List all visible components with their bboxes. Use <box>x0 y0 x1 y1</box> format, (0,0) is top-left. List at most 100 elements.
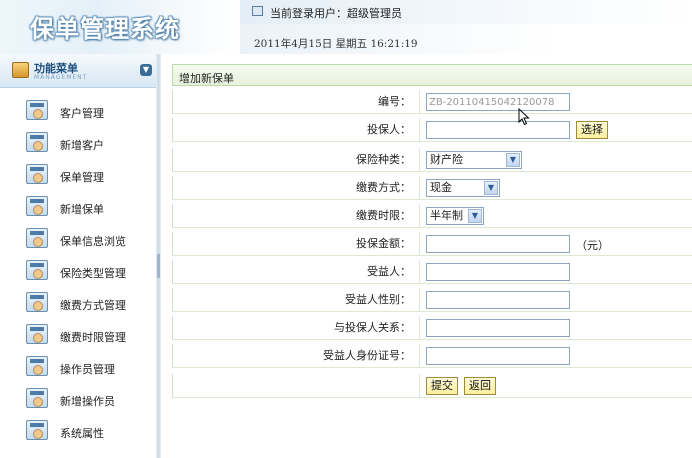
user-bar: 当前登录用户：超级管理员 <box>240 0 692 24</box>
field-label: 缴费时限： <box>172 204 420 228</box>
field-value-cell <box>420 260 692 284</box>
form-row-beneficiary: 受益人： <box>172 260 692 284</box>
field-value-cell <box>420 288 692 312</box>
insured-person-field[interactable] <box>426 121 570 139</box>
sidebar-item-label: 新增操作员 <box>60 395 115 408</box>
sidebar-item-label: 新增保单 <box>60 203 104 216</box>
relation-field[interactable] <box>426 319 570 337</box>
field-label: 编号： <box>172 90 420 114</box>
selected-value: 半年制 <box>430 209 463 222</box>
payment-method-select[interactable]: 现金 ▼ <box>426 179 500 197</box>
sidebar-item-label: 保单管理 <box>60 171 104 184</box>
form-row-payment-method: 缴费方式： 现金 ▼ <box>172 176 692 200</box>
sidebar-item-payment-period[interactable]: 缴费时限管理 <box>0 320 150 352</box>
policy-number-field[interactable] <box>426 93 570 111</box>
field-value-cell <box>420 90 692 114</box>
user-card-icon <box>26 324 48 344</box>
splitter-handle[interactable] <box>157 254 160 278</box>
sidebar-item-policy-browse[interactable]: 保单信息浏览 <box>0 224 150 256</box>
sidebar-item-label: 缴费时限管理 <box>60 331 126 344</box>
chevron-down-icon[interactable]: ▼ <box>468 209 482 223</box>
collapse-menu-icon[interactable]: ▼ <box>140 64 152 76</box>
selected-value: 现金 <box>430 181 452 194</box>
add-policy-panel: 增加新保单 编号： 投保人： 选择 保险种类： 财产险 ▼ 缴费方式： 现金 <box>172 64 692 404</box>
sidebar-item-label: 缴费方式管理 <box>60 299 126 312</box>
sidebar-item-customer-management[interactable]: 客户管理 <box>0 96 150 128</box>
form-row-actions: 提交 返回 <box>172 374 692 398</box>
sidebar-item-add-operator[interactable]: 新增操作员 <box>0 384 150 416</box>
sidebar-item-payment-method[interactable]: 缴费方式管理 <box>0 288 150 320</box>
field-value-cell: 财产险 ▼ <box>420 148 692 172</box>
user-card-icon <box>26 292 48 312</box>
field-value-cell: 选择 <box>420 118 692 142</box>
logo-band: 保单管理系统 <box>0 0 240 54</box>
user-card-icon <box>26 100 48 120</box>
form-row-relation: 与投保人关系： <box>172 316 692 340</box>
sidebar-item-label: 系统属性 <box>60 427 104 440</box>
menu-folder-icon <box>12 62 29 78</box>
form-row-payment-period: 缴费时限： 半年制 ▼ <box>172 204 692 228</box>
insurance-type-select[interactable]: 财产险 ▼ <box>426 151 522 169</box>
panel-title-bar: 增加新保单 <box>172 64 692 86</box>
field-label: 投保金额： <box>172 232 420 256</box>
chevron-down-icon[interactable]: ▼ <box>506 153 520 167</box>
sidebar-item-system-properties[interactable]: 系统属性 <box>0 416 150 448</box>
user-card-icon <box>26 196 48 216</box>
field-value-cell <box>420 344 692 368</box>
user-card-icon <box>26 260 48 280</box>
field-value-cell <box>420 316 692 340</box>
sidebar-item-label: 新增客户 <box>60 139 104 152</box>
field-value-cell: （元） <box>420 232 692 256</box>
sidebar-item-label: 保险类型管理 <box>60 267 126 280</box>
form-row-insured: 投保人： 选择 <box>172 118 692 142</box>
field-label: 受益人身份证号： <box>172 344 420 368</box>
form-row-number: 编号： <box>172 90 692 114</box>
current-user-label: 当前登录用户：超级管理员 <box>270 7 402 20</box>
form-row-type: 保险种类： 财产险 ▼ <box>172 148 692 172</box>
current-datetime: 2011年4月15日 星期五 16:21:19 <box>254 38 418 50</box>
selected-value: 财产险 <box>430 153 463 166</box>
user-card-icon <box>26 420 48 440</box>
mouse-cursor-icon <box>518 108 530 126</box>
sidebar-item-operator-management[interactable]: 操作员管理 <box>0 352 150 384</box>
beneficiary-gender-field[interactable] <box>426 291 570 309</box>
app-title: 保单管理系统 <box>30 15 180 43</box>
user-card-icon <box>26 132 48 152</box>
sidebar-item-add-customer[interactable]: 新增客户 <box>0 128 150 160</box>
user-window-icon <box>252 6 263 16</box>
field-label: 受益人： <box>172 260 420 284</box>
sidebar-item-label: 保单信息浏览 <box>60 235 126 248</box>
beneficiary-field[interactable] <box>426 263 570 281</box>
form-row-beneficiary-id: 受益人身份证号： <box>172 344 692 368</box>
amount-unit: （元） <box>576 239 609 252</box>
field-label: 缴费方式： <box>172 176 420 200</box>
sidebar-item-policy-management[interactable]: 保单管理 <box>0 160 150 192</box>
user-card-icon <box>26 388 48 408</box>
user-card-icon <box>26 164 48 184</box>
sidebar-item-insurance-type[interactable]: 保险类型管理 <box>0 256 150 288</box>
sidebar-item-label: 操作员管理 <box>60 363 115 376</box>
panel-title: 增加新保单 <box>179 72 234 85</box>
back-button[interactable]: 返回 <box>464 377 496 395</box>
submit-button[interactable]: 提交 <box>426 377 458 395</box>
sidebar-item-add-policy[interactable]: 新增保单 <box>0 192 150 224</box>
date-bar: 2011年4月15日 星期五 16:21:19 <box>240 24 692 54</box>
beneficiary-id-field[interactable] <box>426 347 570 365</box>
payment-period-select[interactable]: 半年制 ▼ <box>426 207 484 225</box>
user-card-icon <box>26 228 48 248</box>
sidebar: 功能菜单 MANAGEMENT ▼ 客户管理 新增客户 保单管理 新增保单 保单… <box>0 54 160 458</box>
sidebar-splitter[interactable] <box>156 54 161 458</box>
field-label: 受益人性别： <box>172 288 420 312</box>
header: 保单管理系统 当前登录用户：超级管理员 2011年4月15日 星期五 16:21… <box>0 0 692 54</box>
field-value-cell: 半年制 ▼ <box>420 204 692 228</box>
insured-amount-field[interactable] <box>426 235 570 253</box>
actions-cell: 提交 返回 <box>420 374 692 398</box>
user-card-icon <box>26 356 48 376</box>
field-label: 投保人： <box>172 118 420 142</box>
chevron-down-icon[interactable]: ▼ <box>484 181 498 195</box>
actions-spacer <box>172 374 420 398</box>
select-insured-button[interactable]: 选择 <box>576 121 608 139</box>
field-label: 保险种类： <box>172 148 420 172</box>
menu-subtitle: MANAGEMENT <box>34 74 88 81</box>
form-row-beneficiary-gender: 受益人性别： <box>172 288 692 312</box>
